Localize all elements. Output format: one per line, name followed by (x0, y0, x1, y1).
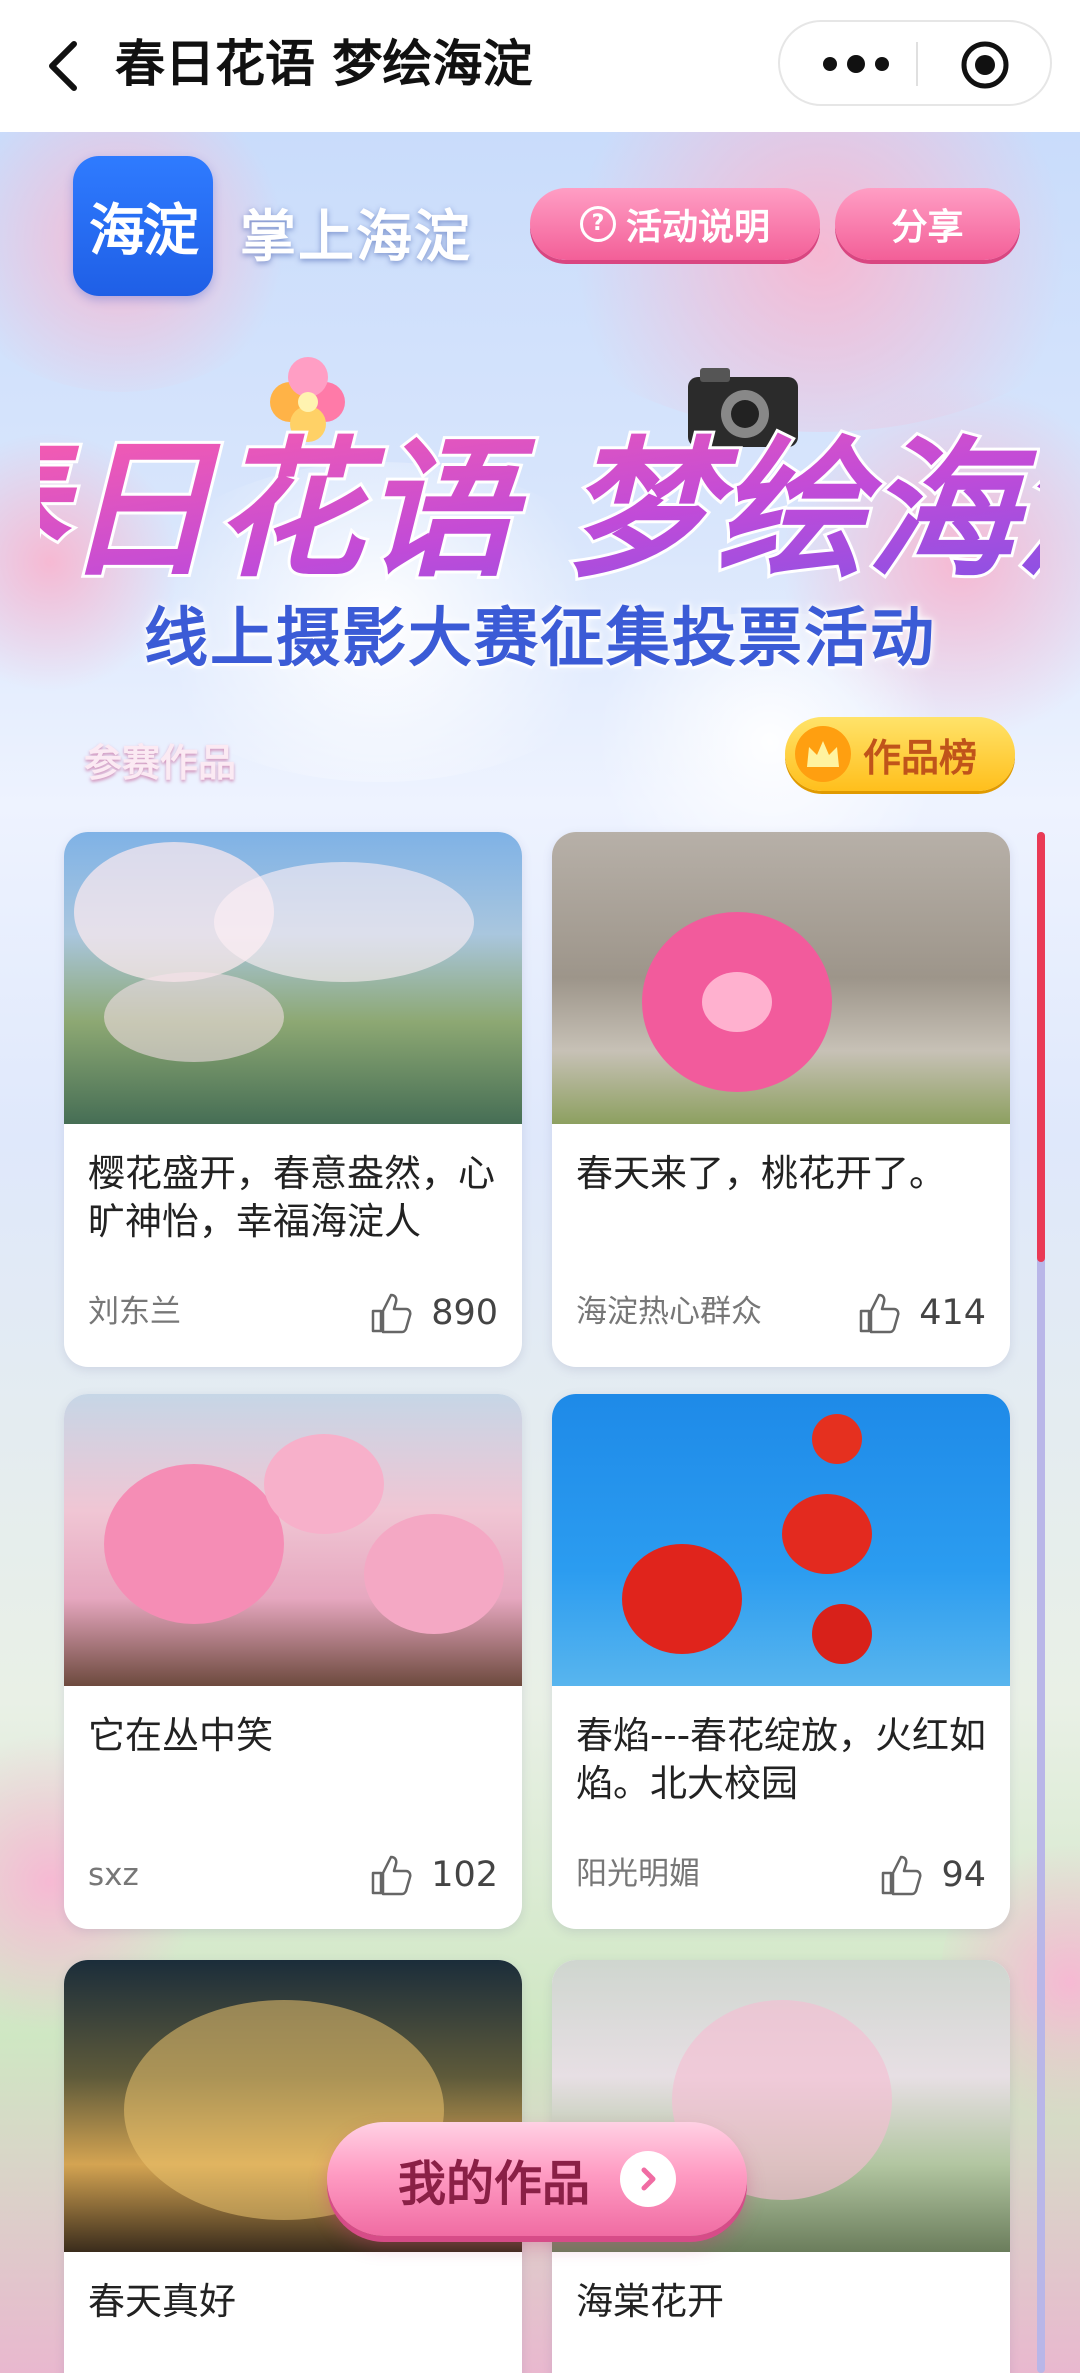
entry-title: 春天真好 (88, 2280, 236, 2323)
flower-shape (622, 1544, 742, 1654)
capsule-divider (916, 42, 918, 86)
campaign-page: 海淀 掌上海淀 ? 活动说明 分享 日花语 梦绘海 线上摄影大赛征集投票活动 参… (0, 132, 1080, 2373)
like-button[interactable]: 94 (877, 1851, 986, 1899)
like-count: 414 (919, 1293, 986, 1333)
flower-shape (812, 1414, 862, 1464)
question-icon: ? (579, 206, 616, 242)
like-button[interactable]: 890 (367, 1289, 498, 1337)
thumbs-up-icon (371, 1293, 412, 1334)
more-dots-icon[interactable] (816, 42, 896, 86)
chevron-left-icon[interactable] (40, 30, 88, 102)
scroll-thumb[interactable] (1037, 832, 1045, 1262)
like-count: 94 (941, 1855, 986, 1895)
logo-text: 海淀 (89, 198, 199, 264)
rules-button[interactable]: ? 活动说明 (530, 188, 820, 260)
entry-author: sxz (88, 1857, 139, 1893)
thumbs-up-icon (371, 1855, 412, 1896)
entry-title: 海棠花开 (576, 2280, 724, 2323)
thumbs-up-icon (859, 1293, 900, 1334)
haidian-logo: 海淀 (73, 156, 213, 296)
entry-author: 刘东兰 (88, 1294, 181, 1330)
blossom-cluster (104, 972, 284, 1062)
entry-title: 樱花盛开，春意盎然，心旷神怡，幸福海淀人 (88, 1152, 495, 1243)
share-button[interactable]: 分享 (835, 188, 1020, 260)
my-works-button[interactable]: 我的作品 (327, 2122, 747, 2236)
entry-card[interactable]: 春天来了，桃花开了。 海淀热心群众 414 (552, 832, 1010, 1367)
entry-author: 海淀热心群众 (576, 1294, 762, 1330)
entry-photo (552, 1394, 1010, 1686)
blossom-cluster (214, 862, 474, 982)
top-nav-bar: 春日花语 梦绘海淀 (0, 0, 1080, 132)
entry-title: 春天来了，桃花开了。 (576, 1152, 946, 1195)
subtitle: 线上摄影大赛征集投票活动 (144, 602, 936, 676)
entry-card[interactable]: 春焰---春花绽放，火红如焰。北大校园 阳光明媚 94 (552, 1394, 1010, 1929)
page-title: 春日花语 梦绘海淀 (115, 35, 533, 93)
flower-shape (264, 1434, 384, 1534)
thumbs-up-icon (882, 1855, 922, 1896)
mini-program-capsule (778, 20, 1052, 106)
entry-photo (64, 832, 522, 1124)
crown-icon (795, 726, 851, 782)
entry-title: 它在丛中笑 (88, 1714, 273, 1757)
flower-shape (364, 1514, 504, 1634)
share-label: 分享 (891, 207, 964, 248)
flower-shape (812, 1604, 872, 1664)
entry-author: 阳光明媚 (576, 1856, 700, 1892)
scroll-indicator[interactable] (1037, 832, 1045, 2373)
my-works-label: 我的作品 (397, 2156, 590, 2212)
rules-label: 活动说明 (625, 207, 770, 248)
entry-card[interactable]: 它在丛中笑 sxz 102 (64, 1394, 522, 1929)
like-button[interactable]: 414 (855, 1289, 986, 1337)
like-button[interactable]: 102 (367, 1851, 498, 1899)
entry-photo (64, 1394, 522, 1686)
section-label-entries: 参赛作品 (84, 741, 237, 785)
ranking-label: 作品榜 (863, 735, 978, 780)
entry-title: 春焰---春花绽放，火红如焰。北大校园 (576, 1714, 987, 1805)
like-count: 102 (431, 1855, 498, 1895)
flower-shape (782, 1494, 872, 1574)
flower-shape (104, 1464, 284, 1624)
headline-text: 春日花语 梦绘海淀 (40, 422, 1040, 598)
ranking-button[interactable]: 作品榜 (785, 717, 1015, 791)
flower-center (702, 972, 772, 1032)
record-target-icon[interactable] (960, 40, 1010, 90)
entry-photo (552, 832, 1010, 1124)
app-name: 掌上海淀 (240, 205, 472, 270)
entry-card[interactable]: 樱花盛开，春意盎然，心旷神怡，幸福海淀人 刘东兰 890 (64, 832, 522, 1367)
chevron-right-icon (620, 2151, 676, 2207)
like-count: 890 (431, 1293, 498, 1333)
